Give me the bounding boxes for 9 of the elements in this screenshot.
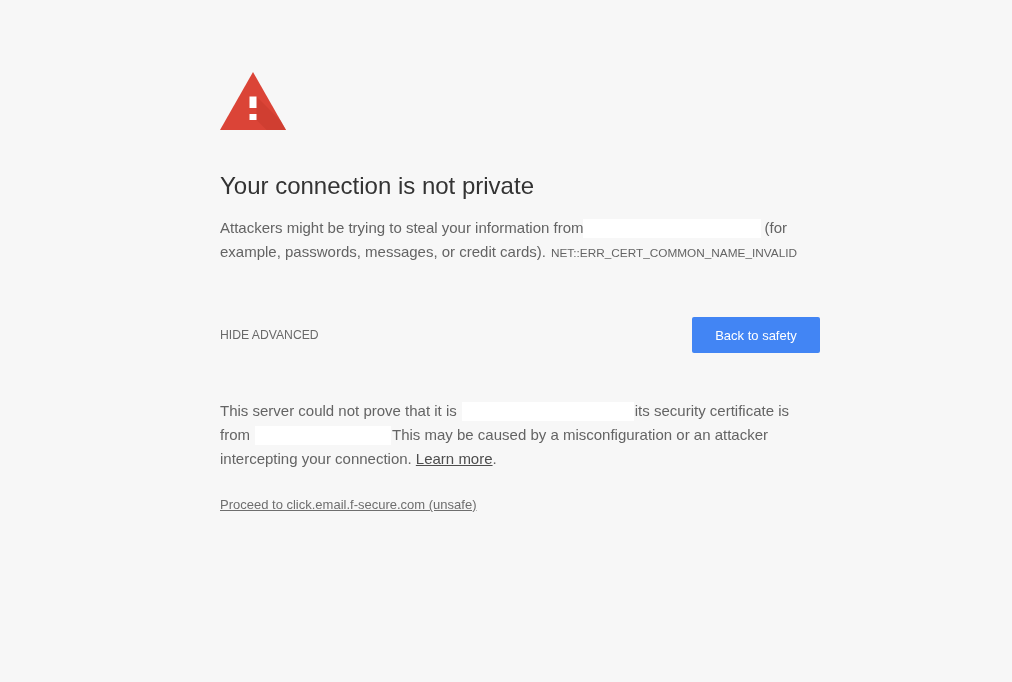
- certificate-details-text: This server could not prove that it is its security certificate is from This may be caused by a misconfiguration or an attacker intercepting your connection. Learn more.: [220, 401, 790, 469]
- error-code: NET::ERR_CERT_COMMON_NAME_INVALID: [550, 246, 797, 260]
- back-to-safety-button[interactable]: Back to safety: [692, 317, 820, 353]
- proceed-link[interactable]: Proceed to click.email.f-secure.com (unsafe): [220, 497, 477, 512]
- warning-icon: [220, 72, 286, 130]
- warning-description: Attackers might be trying to steal your information from (for example, passwords, messages, or credit cards). NET::ERR_CERT_COMMON_NAME_INVALID: [220, 218, 798, 262]
- hide-advanced-button[interactable]: HIDE ADVANCED: [220, 328, 319, 342]
- page-title: Your connection is not private: [220, 172, 535, 200]
- learn-more-link[interactable]: Learn more: [415, 450, 493, 467]
